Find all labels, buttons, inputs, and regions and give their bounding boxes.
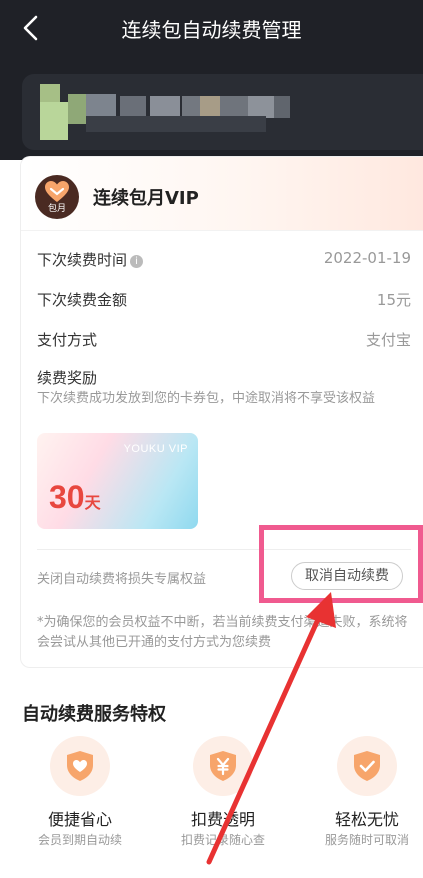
vip-logo-text: 包月 (47, 204, 66, 214)
perks-section-title: 自动续费服务特权 (22, 704, 166, 725)
perk-desc: 扣费记录随心查 (180, 833, 265, 847)
perk-name: 轻松无忧 (334, 810, 399, 829)
page-title: 连续包自动续费管理 (121, 18, 302, 42)
plan-header: 包月 连续包月VIP (21, 157, 423, 231)
next-renewal-date-value: 2022-01-19 (323, 249, 411, 267)
perk-item-convenient: 便捷省心 会员到期自动续 (15, 736, 145, 866)
check-shield-icon (354, 751, 380, 781)
payment-method-label: 支付方式 (37, 331, 98, 349)
perk-item-transparent: 扣费透明 扣费记录随心查 (158, 736, 288, 866)
plan-name: 连续包月VIP (93, 188, 199, 209)
perk-desc: 会员到期自动续 (37, 833, 122, 847)
next-renewal-date-row: 下次续费时间 i 2022-01-19 (37, 249, 411, 273)
highlight-annotation-box (259, 525, 423, 603)
user-info-blurred (22, 74, 423, 150)
next-renewal-amount-value: 15元 (376, 291, 411, 309)
reward-description: 下次续费成功发放到您的卡券包，中途取消将不享受该权益 (37, 391, 376, 406)
info-icon[interactable]: i (130, 255, 144, 268)
yen-shield-icon (210, 751, 236, 781)
reward-coupon: YOUKU VIP 30天 (37, 433, 198, 529)
perk-name: 便捷省心 (47, 810, 112, 829)
header-bar: 连续包自动续费管理 (0, 0, 423, 160)
next-renewal-date-label: 下次续费时间 i (37, 249, 144, 270)
perk-item-worry-free: 轻松无忧 服务随时可取消 (302, 736, 423, 866)
payment-method-value: 支付宝 (365, 331, 411, 349)
coupon-brand: YOUKU VIP (123, 443, 188, 455)
heart-shield-icon (67, 751, 93, 781)
payment-method-row: 支付方式 支付宝 (37, 329, 411, 353)
coupon-days: 30天 (49, 479, 101, 515)
next-renewal-amount-label: 下次续费金额 (37, 291, 128, 309)
vip-logo: 包月 (35, 175, 79, 219)
perk-desc: 服务随时可取消 (324, 833, 409, 847)
reward-title: 续费奖励 (37, 369, 98, 387)
perk-name: 扣费透明 (190, 810, 255, 829)
cancel-warning: 关闭自动续费将损失专属权益 (37, 572, 207, 587)
next-renewal-amount-row: 下次续费金额 15元 (37, 289, 411, 313)
renewal-note: *为确保您的会员权益不中断，若当前续费支付渠道失败，系统将会尝试从其他已开通的支… (37, 615, 408, 650)
